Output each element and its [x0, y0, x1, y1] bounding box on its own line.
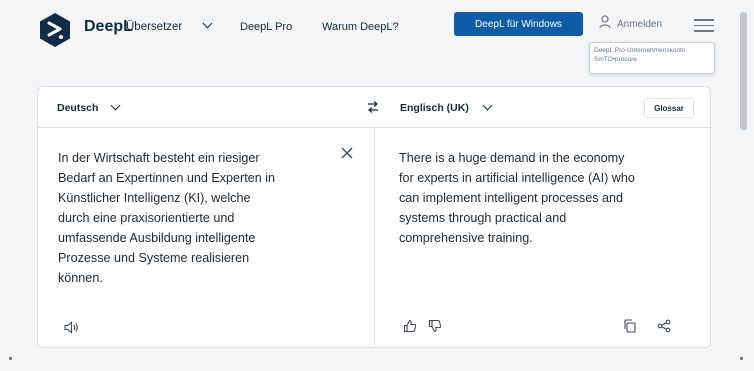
- corner-marker: [740, 357, 743, 360]
- translator-panel: Deutsch Englisch (UK) Glossar In der Wir…: [37, 86, 711, 348]
- share-icon[interactable]: [657, 319, 671, 333]
- download-windows-button[interactable]: DeepL für Windows: [454, 12, 583, 36]
- source-text-input[interactable]: In der Wirtschaft besteht ein riesiger B…: [58, 148, 348, 288]
- nav-deepl-pro[interactable]: DeepL Pro: [240, 21, 292, 33]
- user-icon[interactable]: [599, 15, 611, 29]
- menu-icon[interactable]: [694, 19, 714, 33]
- deepl-logo-icon[interactable]: [36, 11, 74, 49]
- corner-marker: [9, 357, 12, 360]
- thumbs-up-icon[interactable]: [403, 319, 417, 333]
- nav-why-deepl[interactable]: Warum DeepL?: [322, 21, 399, 33]
- account-tooltip: DeepL Pro-Unternehmenskonto SmTO•procure: [589, 42, 715, 74]
- page-scrollbar[interactable]: [740, 12, 747, 130]
- source-language-select[interactable]: Deutsch: [57, 102, 98, 114]
- thumbs-down-icon[interactable]: [428, 319, 442, 333]
- glossary-button[interactable]: Glossar: [644, 98, 694, 118]
- panel-divider: [374, 128, 375, 348]
- target-language-select[interactable]: Englisch (UK): [400, 102, 469, 114]
- swap-icon[interactable]: [366, 100, 380, 114]
- target-text-output: There is a huge demand in the economy fo…: [399, 151, 635, 245]
- tooltip-line-2: SmTO•procure: [594, 55, 637, 63]
- tooltip-line-1: DeepL Pro-Unternehmenskonto: [594, 47, 686, 54]
- speaker-icon[interactable]: [64, 321, 79, 334]
- translator-menu[interactable]: Übersetzer: [126, 21, 182, 33]
- copy-icon[interactable]: [623, 319, 637, 333]
- signin-link[interactable]: Anmelden: [617, 19, 662, 30]
- chevron-down-icon[interactable]: [202, 18, 213, 29]
- close-icon[interactable]: [341, 147, 353, 159]
